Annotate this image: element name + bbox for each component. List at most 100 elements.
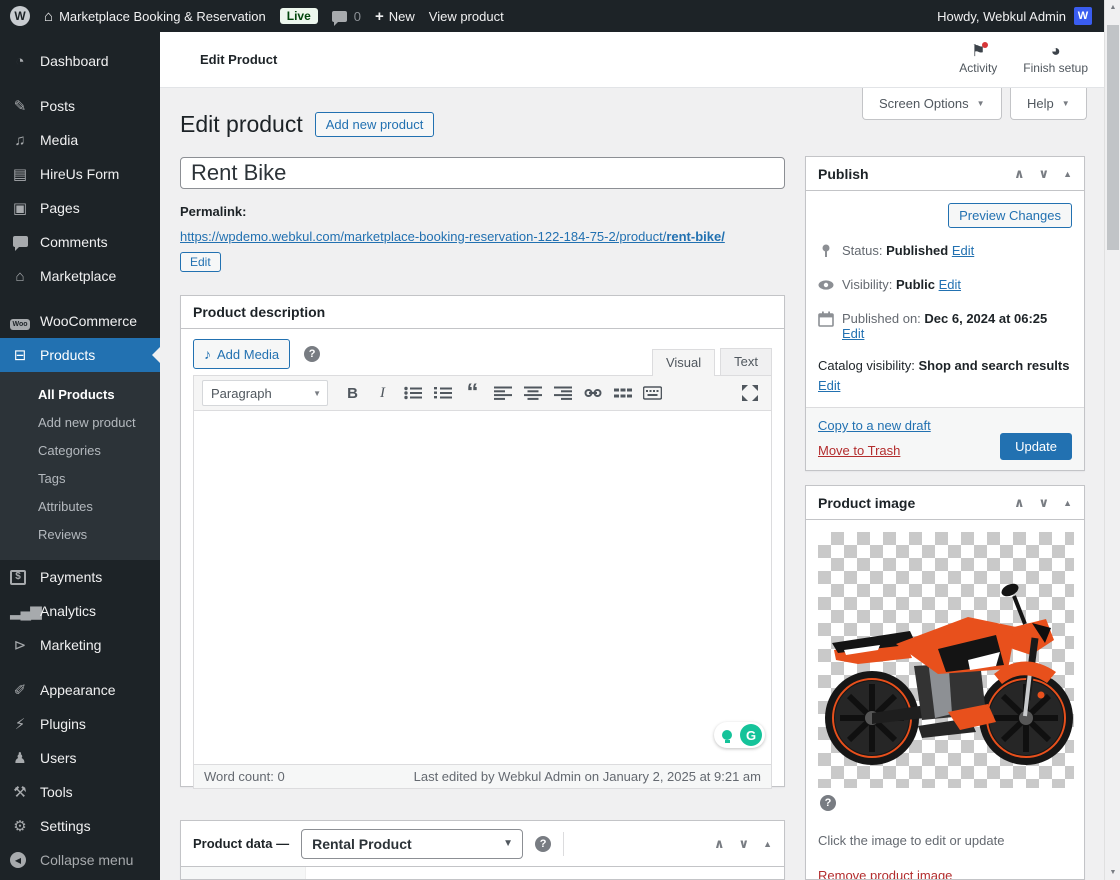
scroll-up-arrow[interactable]: ▲ [1105, 4, 1120, 11]
comments-shortcut[interactable]: 0 [331, 9, 361, 26]
sidebar-item-settings[interactable]: ⚙ Settings [0, 809, 160, 843]
product-image-thumbnail[interactable] [818, 532, 1074, 788]
sidebar-item-marketing[interactable]: ⊳ Marketing [0, 628, 160, 662]
howdy-text[interactable]: Howdy, Webkul Admin [937, 9, 1066, 24]
finish-setup-button[interactable]: ◕ Finish setup [1023, 43, 1088, 76]
editor-content-area[interactable]: G [194, 411, 771, 764]
tab-text[interactable]: Text [720, 348, 772, 375]
editor-help-icon[interactable]: ? [304, 346, 321, 362]
align-left-button[interactable] [489, 381, 516, 405]
activity-flag-icon: ⚑ [971, 42, 989, 60]
remove-product-image-link[interactable]: Remove product image [818, 868, 952, 879]
numbered-list-button[interactable] [429, 381, 456, 405]
sidebar-item-marketplace[interactable]: ⌂ Marketplace [0, 259, 160, 293]
move-up-icon[interactable]: ∧ [714, 836, 725, 852]
comments-icon [10, 234, 30, 251]
product-type-help-icon[interactable]: ? [535, 835, 552, 852]
add-new-product-button[interactable]: Add new product [314, 112, 435, 137]
sidebar-item-dashboard[interactable]: ◔ Dashboard [0, 44, 160, 78]
italic-button[interactable]: I [369, 381, 396, 405]
submenu-item-reviews[interactable]: Reviews [0, 520, 160, 548]
align-right-button[interactable] [549, 381, 576, 405]
sidebar-item-products[interactable]: ⊟ Products [0, 338, 160, 372]
submenu-item-tags[interactable]: Tags [0, 464, 160, 492]
sidebar-item-label: Settings [40, 818, 91, 834]
help-label: Help [1027, 96, 1054, 111]
sidebar-item-media[interactable]: ♫ Media [0, 123, 160, 157]
sidebar-item-users[interactable]: ♟ Users [0, 741, 160, 775]
submenu-item-all-products[interactable]: All Products [0, 380, 160, 408]
toggle-panel-icon[interactable]: ▲ [763, 839, 772, 849]
bold-button[interactable]: B [339, 381, 366, 405]
scrollbar-thumb[interactable] [1107, 25, 1119, 250]
move-up-icon[interactable]: ∧ [1014, 495, 1025, 511]
chevron-down-icon: ▼ [976, 99, 985, 108]
submenu-item-categories[interactable]: Categories [0, 436, 160, 464]
product-title-input[interactable] [180, 157, 785, 189]
image-help-icon[interactable]: ? [820, 795, 836, 811]
sidebar-item-analytics[interactable]: ▂▄▆ Analytics [0, 594, 160, 628]
update-button[interactable]: Update [1000, 433, 1072, 460]
permalink-url[interactable]: https://wpdemo.webkul.com/marketplace-bo… [180, 229, 725, 244]
page-title: Edit product [180, 111, 303, 137]
fullscreen-button[interactable] [736, 381, 763, 405]
new-content-menu[interactable]: + New [375, 8, 415, 25]
toolbar-toggle-button[interactable] [639, 381, 666, 405]
sidebar-item-appearance[interactable]: ✐ Appearance [0, 673, 160, 707]
setup-progress-icon: ◕ [1050, 43, 1061, 60]
sidebar-item-woocommerce[interactable]: Woo WooCommerce [0, 304, 160, 338]
bullet-list-button[interactable] [399, 381, 426, 405]
read-more-tag-button[interactable] [609, 381, 636, 405]
comment-bubble-icon [331, 10, 347, 26]
edit-status-link[interactable]: Edit [952, 243, 974, 258]
submenu-item-attributes[interactable]: Attributes [0, 492, 160, 520]
sidebar-item-pages[interactable]: ▣ Pages [0, 191, 160, 225]
toggle-panel-icon[interactable]: ▲ [1063, 169, 1072, 179]
preview-changes-button[interactable]: Preview Changes [948, 203, 1072, 228]
settings-icon: ⚙ [13, 818, 27, 835]
user-avatar[interactable]: W [1074, 7, 1092, 25]
visibility-eye-icon [818, 277, 834, 296]
toggle-panel-icon[interactable]: ▲ [1063, 498, 1072, 508]
sidebar-item-tools[interactable]: ⚒ Tools [0, 775, 160, 809]
finish-setup-label: Finish setup [1023, 61, 1088, 75]
activity-button[interactable]: ⚑ Activity [959, 42, 997, 75]
collapse-menu-button[interactable]: ◀ Collapse menu [0, 843, 160, 877]
sidebar-item-comments[interactable]: Comments [0, 225, 160, 259]
grammarly-logo-icon[interactable]: G [740, 724, 762, 746]
scroll-down-arrow[interactable]: ▼ [1105, 869, 1120, 876]
submenu-item-add-new-product[interactable]: Add new product [0, 408, 160, 436]
view-product-link[interactable]: View product [429, 9, 504, 24]
help-button[interactable]: Help ▼ [1010, 88, 1087, 120]
insert-link-button[interactable] [579, 381, 606, 405]
paragraph-format-select[interactable]: Paragraph [202, 380, 328, 406]
sidebar-item-label: Tools [40, 784, 73, 800]
screen-options-button[interactable]: Screen Options ▼ [862, 88, 1002, 120]
move-up-icon[interactable]: ∧ [1014, 166, 1025, 182]
move-down-icon[interactable]: ∨ [1039, 166, 1050, 182]
sidebar-item-label: Analytics [40, 603, 97, 619]
align-center-button[interactable] [519, 381, 546, 405]
notification-dot [982, 42, 989, 48]
edit-published-link[interactable]: Edit [842, 326, 864, 341]
product-type-select[interactable]: Rental Product [301, 828, 524, 859]
catalog-visibility-value: Shop and search results [918, 358, 1070, 373]
permalink-edit-button[interactable]: Edit [180, 252, 221, 272]
edit-visibility-link[interactable]: Edit [939, 277, 961, 292]
grammarly-suggestion-icon[interactable] [717, 724, 737, 746]
blockquote-button[interactable]: “ [459, 381, 486, 405]
move-down-icon[interactable]: ∨ [1039, 495, 1050, 511]
sidebar-item-posts[interactable]: ✎ Posts [0, 89, 160, 123]
wordpress-logo-icon[interactable]: W [10, 6, 30, 26]
sidebar-item-payments[interactable]: $ Payments [0, 560, 160, 594]
add-media-button[interactable]: ♪ Add Media [193, 339, 291, 369]
edit-catalog-link[interactable]: Edit [818, 378, 840, 393]
site-name-link[interactable]: ⌂ Marketplace Booking & Reservation [44, 8, 266, 25]
move-down-icon[interactable]: ∨ [739, 836, 750, 852]
move-to-trash-link[interactable]: Move to Trash [818, 443, 900, 458]
copy-to-draft-link[interactable]: Copy to a new draft [818, 418, 931, 433]
sidebar-item-plugins[interactable]: ⚡ Plugins [0, 707, 160, 741]
sidebar-item-hireus-form[interactable]: ▤ HireUs Form [0, 157, 160, 191]
tab-visual[interactable]: Visual [651, 349, 716, 376]
sidebar-item-label: Products [40, 347, 96, 363]
